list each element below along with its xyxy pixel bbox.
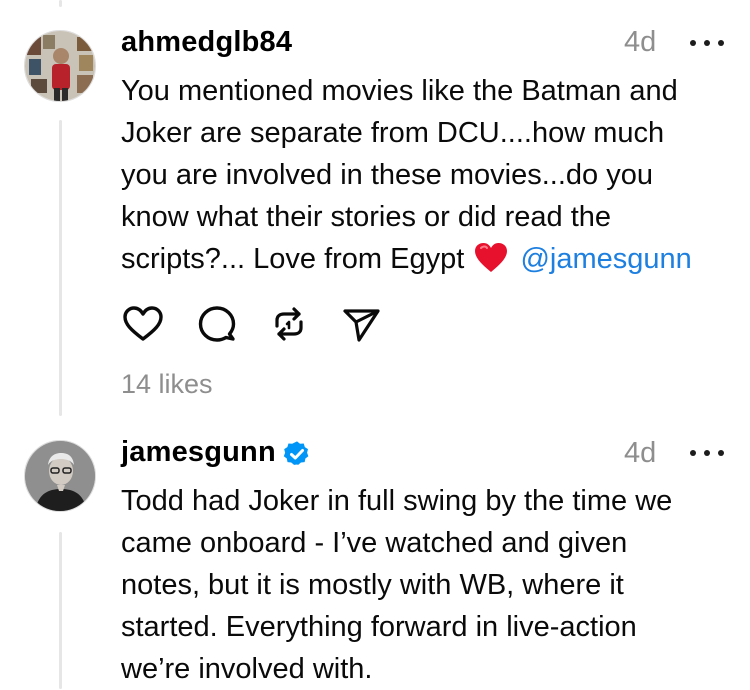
more-options-icon[interactable] [690,36,724,50]
comment-icon[interactable] [195,302,239,346]
likes-count[interactable]: 14 likes [121,369,213,400]
timestamp: 4d [624,26,657,58]
timestamp: 4d [624,437,657,469]
like-icon[interactable] [121,302,165,346]
thread-line [59,120,62,416]
share-icon[interactable] [339,302,383,346]
red-heart-icon [474,242,508,286]
thread-line [59,0,62,7]
thread-line [59,532,62,689]
verified-badge-icon [283,440,311,468]
mention-link[interactable]: @jamesgunn [520,243,691,275]
username[interactable]: ahmedglb84 [121,26,292,59]
avatar[interactable] [24,30,96,102]
username[interactable]: jamesgunn [121,436,276,469]
avatar[interactable] [24,440,96,512]
more-options-icon[interactable] [690,446,724,460]
comment-text: You mentioned movies like the Batman and… [121,70,731,286]
comment-text: Todd had Joker in full swing by the time… [121,485,673,685]
repost-icon[interactable] [267,302,311,346]
